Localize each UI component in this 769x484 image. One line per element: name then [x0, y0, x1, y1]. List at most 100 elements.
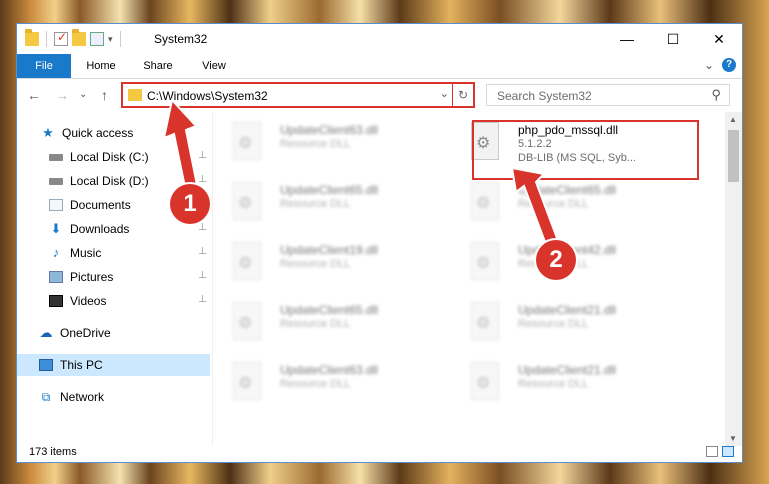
document-icon: [49, 199, 63, 211]
close-button[interactable]: ✕: [696, 24, 742, 54]
properties-icon[interactable]: [54, 30, 68, 46]
file-highlight-box: [472, 120, 699, 180]
pin-icon[interactable]: ⊥: [198, 222, 207, 233]
file-name: UpdateClient21.dll: [518, 303, 617, 317]
sidebar-item-quick-access[interactable]: ★ Quick access: [17, 122, 210, 144]
new-folder-icon[interactable]: [72, 29, 86, 46]
dll-file-icon: [233, 242, 261, 280]
file-type: Resource DLL: [518, 378, 589, 390]
list-item[interactable]: UpdateClient65.dll Resource DLL: [220, 296, 450, 348]
computer-icon: [39, 359, 53, 371]
sidebar-item-pictures[interactable]: Pictures ⊥: [17, 266, 210, 288]
step-marker-1: 1: [170, 184, 210, 224]
search-input[interactable]: Search System32: [497, 89, 592, 103]
vertical-scrollbar[interactable]: ▲ ▼: [725, 112, 742, 446]
file-name: UpdateClient65.dll: [518, 183, 617, 197]
tab-share[interactable]: Share: [135, 54, 181, 78]
sidebar-item-onedrive[interactable]: ☁ OneDrive: [17, 322, 210, 344]
customize-toolbar-icon[interactable]: [90, 32, 104, 46]
sidebar-item-label: Quick access: [62, 126, 134, 140]
recent-locations-button[interactable]: ⌄: [79, 89, 87, 100]
address-bar[interactable]: C:\Windows\System32 ⌄ ↻: [121, 82, 475, 108]
dll-file-icon: [471, 302, 499, 340]
dll-file-icon: [233, 302, 261, 340]
address-history-icon[interactable]: ⌄: [440, 87, 449, 100]
ribbon-tabs: File Home Share View ⌄ ?: [17, 54, 742, 79]
list-item[interactable]: UpdateClient63.dll Resource DLL: [220, 116, 450, 168]
item-count: 173 items: [29, 446, 77, 458]
list-item[interactable]: UpdateClient19.dll Resource DLL: [220, 236, 450, 288]
pane-divider[interactable]: [212, 112, 213, 446]
navigation-bar: ← → ⌄ ↑ C:\Windows\System32 ⌄ ↻ Search S…: [17, 79, 742, 111]
scrollbar-thumb[interactable]: [728, 130, 739, 182]
dll-file-icon: [233, 182, 261, 220]
pin-icon[interactable]: ⊥: [198, 246, 207, 257]
pin-icon[interactable]: ⊥: [198, 174, 207, 185]
window-title: System32: [154, 32, 208, 46]
file-name: UpdateClient65.dll: [280, 303, 379, 317]
tab-view[interactable]: View: [193, 54, 235, 78]
file-name: UpdateClient21.dll: [518, 363, 617, 377]
back-button[interactable]: ←: [27, 87, 41, 103]
sidebar-item-label: OneDrive: [60, 326, 111, 340]
dll-file-icon: [233, 362, 261, 400]
file-type: Resource DLL: [280, 318, 351, 330]
sidebar-item-label: Videos: [70, 294, 107, 308]
folder-icon[interactable]: [25, 29, 39, 46]
sidebar-item-videos[interactable]: Videos ⊥: [17, 290, 210, 312]
file-name: UpdateClient63.dll: [280, 363, 379, 377]
sidebar-item-network[interactable]: ⧉ Network: [17, 386, 210, 408]
pin-icon[interactable]: ⊥: [198, 294, 207, 305]
toolbar-dropdown-icon[interactable]: ▾: [108, 34, 113, 45]
file-name: UpdateClient19.dll: [280, 243, 379, 257]
up-button[interactable]: ↑: [101, 87, 108, 103]
tab-file[interactable]: File: [17, 54, 71, 78]
list-item[interactable]: UpdateClient65.dll Resource DLL: [220, 176, 450, 228]
navigation-pane: ★ Quick access Local Disk (C:) ⊥ Local D…: [17, 116, 210, 446]
address-path[interactable]: C:\Windows\System32: [147, 89, 268, 103]
list-item[interactable]: UpdateClient65.dll Resource DLL: [458, 176, 688, 228]
sidebar-item-this-pc[interactable]: This PC: [17, 354, 210, 376]
title-bar: ▾ System32 — ☐ ✕: [17, 24, 742, 54]
maximize-button[interactable]: ☐: [650, 24, 696, 54]
refresh-button[interactable]: ↻: [452, 84, 473, 106]
tab-home[interactable]: Home: [79, 54, 123, 78]
toolbar-divider: [119, 31, 121, 47]
sidebar-item-label: Network: [60, 390, 105, 404]
list-item[interactable]: UpdateClient21.dll Resource DLL: [458, 356, 688, 408]
file-type: Resource DLL: [518, 198, 589, 210]
cloud-icon: ☁: [39, 325, 53, 340]
scroll-up-icon[interactable]: ▲: [729, 115, 737, 124]
pin-icon[interactable]: ⊥: [198, 150, 207, 161]
help-icon[interactable]: ?: [722, 58, 736, 72]
download-icon: ⬇: [50, 221, 62, 236]
dll-file-icon: [471, 182, 499, 220]
sidebar-item-local-disk-c[interactable]: Local Disk (C:) ⊥: [17, 146, 210, 168]
file-name: UpdateClient65.dll: [280, 183, 379, 197]
picture-icon: [49, 271, 63, 283]
search-icon[interactable]: ⚲: [711, 87, 721, 103]
disk-icon: [49, 177, 63, 185]
expand-ribbon-icon[interactable]: ⌄: [704, 58, 714, 72]
search-box[interactable]: Search System32 ⚲: [486, 84, 730, 106]
pin-icon[interactable]: ⊥: [198, 270, 207, 281]
sidebar-item-music[interactable]: ♪ Music ⊥: [17, 242, 210, 264]
tiles-view-icon[interactable]: [722, 446, 734, 457]
list-item[interactable]: UpdateClient63.dll Resource DLL: [220, 356, 450, 408]
sidebar-item-label: Pictures: [70, 270, 114, 284]
forward-button[interactable]: →: [55, 87, 69, 103]
status-bar: 173 items: [17, 444, 742, 462]
sidebar-item-label: Documents: [70, 198, 131, 212]
step-marker-2: 2: [536, 240, 576, 280]
file-type: Resource DLL: [280, 258, 351, 270]
music-icon: ♪: [52, 245, 60, 260]
network-icon: ⧉: [41, 390, 51, 404]
details-view-icon[interactable]: [706, 446, 718, 457]
file-type: Resource DLL: [280, 138, 351, 150]
file-type: Resource DLL: [280, 198, 351, 210]
list-item[interactable]: UpdateClient21.dll Resource DLL: [458, 296, 688, 348]
file-type: Resource DLL: [518, 318, 589, 330]
quick-access-toolbar: ▾: [25, 29, 124, 47]
scroll-down-icon[interactable]: ▼: [729, 434, 737, 443]
minimize-button[interactable]: —: [604, 24, 650, 54]
